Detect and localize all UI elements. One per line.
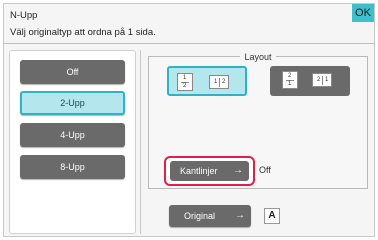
header: N-Upp Välj originaltyp att ordna på 1 si… — [4, 4, 374, 44]
arrow-right-icon: → — [235, 210, 245, 221]
kantlinjer-label: Kantlinjer — [180, 166, 218, 176]
kantlinjer-button[interactable]: Kantlinjer → — [170, 161, 249, 181]
kantlinjer-highlight: Kantlinjer → — [164, 156, 255, 186]
layout-label: Layout — [240, 52, 276, 62]
landscape-page-icon: 2 1 — [312, 73, 332, 87]
portrait-page-icon: 1 2 — [177, 73, 193, 91]
screen-title: N-Upp — [10, 10, 38, 21]
original-orientation-icon: A — [264, 208, 280, 224]
landscape-page-icon: 1 2 — [209, 75, 229, 89]
layout-option-right-to-left[interactable]: 2 1 2 1 — [270, 66, 350, 96]
ok-button[interactable]: OK — [352, 4, 374, 22]
panel-divider — [140, 50, 141, 234]
arrow-right-icon: → — [233, 165, 243, 176]
option-4-upp-button[interactable]: 4-Upp — [20, 123, 125, 147]
layout-option-left-to-right[interactable]: 1 2 1 2 — [167, 66, 247, 96]
header-divider — [4, 43, 374, 44]
kantlinjer-state: Off — [259, 165, 271, 175]
option-2-upp-button[interactable]: 2-Upp — [20, 91, 125, 115]
option-off-button[interactable]: Off — [20, 60, 125, 84]
n-upp-screen: N-Upp Välj originaltyp att ordna på 1 si… — [3, 3, 375, 237]
original-button[interactable]: Original → — [169, 205, 251, 227]
original-label: Original — [184, 211, 216, 221]
portrait-page-icon: 2 1 — [282, 71, 298, 89]
screen-subtitle: Välj originaltyp att ordna på 1 sida. — [10, 27, 156, 38]
option-8-upp-button[interactable]: 8-Upp — [20, 155, 125, 179]
